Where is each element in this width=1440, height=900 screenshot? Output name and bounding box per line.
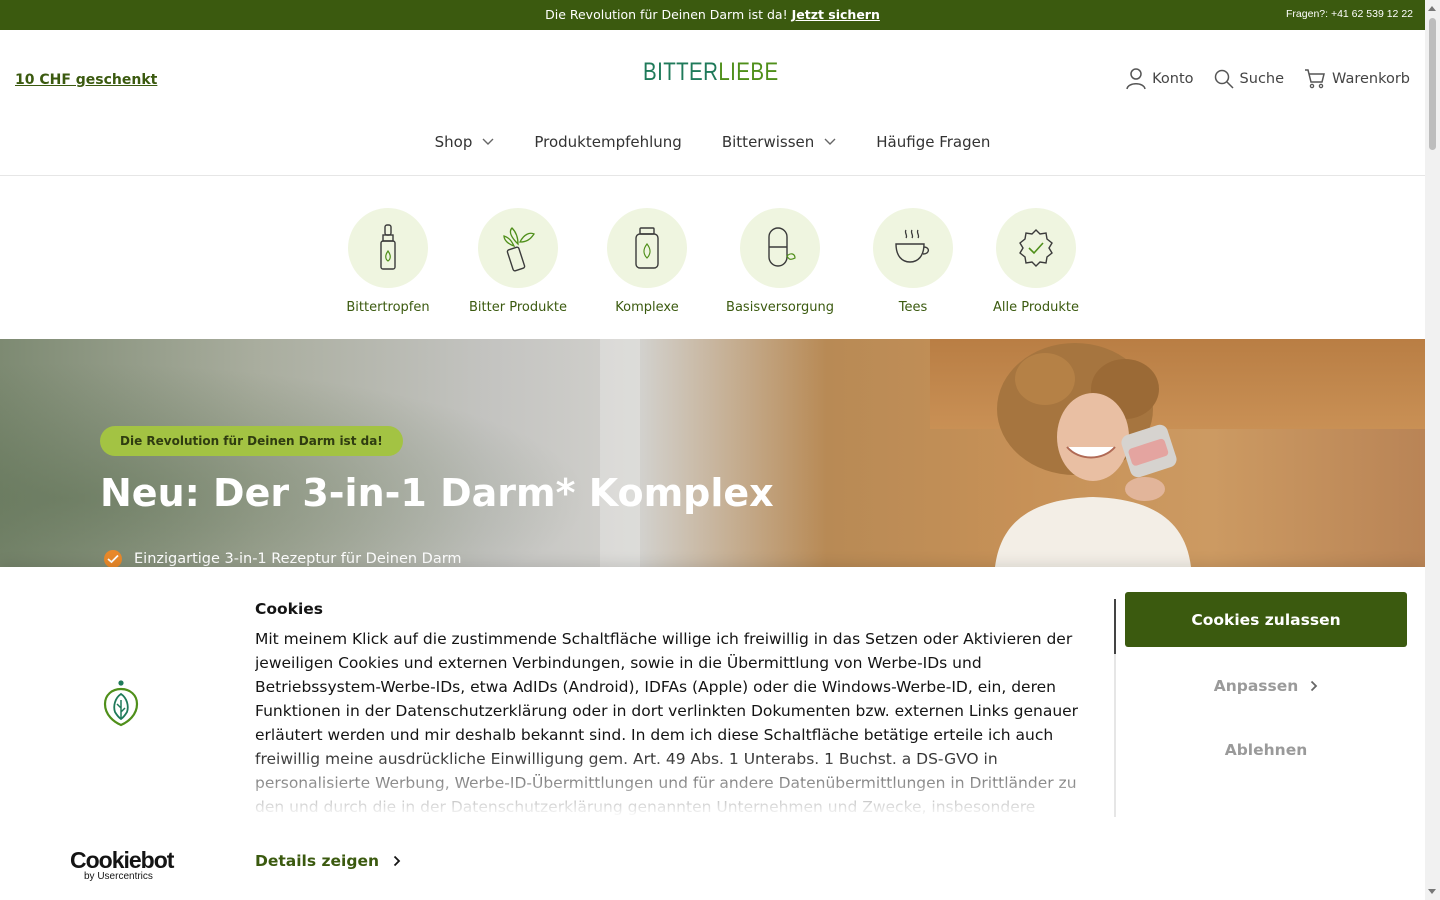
- category-icon-circle: [478, 208, 558, 288]
- cookie-body-fade: [255, 747, 1100, 817]
- category-label: Alle Produkte: [993, 300, 1079, 315]
- gift-link[interactable]: 10 CHF geschenkt: [15, 72, 157, 88]
- dropper-bottle-icon: [380, 224, 396, 270]
- badge-check-icon: [1019, 229, 1053, 267]
- category-label: Bittertropfen: [346, 300, 430, 315]
- user-icon: [1126, 68, 1146, 90]
- cookiebot-logo: Cookiebot by Usercentrics: [70, 847, 174, 882]
- category-icon-circle: [348, 208, 428, 288]
- hero-person-image: [995, 343, 1191, 567]
- category-komplexe[interactable]: Komplexe: [587, 208, 707, 315]
- main-navigation: Shop Produktempfehlung Bitterwissen Häuf…: [0, 133, 1425, 151]
- cookiebot-wordmark: Cookiebot: [70, 847, 174, 873]
- search-link[interactable]: Suche: [1214, 69, 1284, 89]
- scrollbar-thumb[interactable]: [1429, 18, 1436, 150]
- page: Die Revolution für Deinen Darm ist da! J…: [0, 0, 1440, 900]
- hero-bullet-text: Einzigartige 3-in-1 Rezeptur für Deinen …: [134, 551, 462, 567]
- category-icon-circle: [607, 208, 687, 288]
- page-scrollbar[interactable]: [1425, 0, 1440, 900]
- site-header: 10 CHF geschenkt BITTERLIEBE Konto Suche: [0, 30, 1425, 176]
- scroll-up-arrow-icon[interactable]: [1428, 6, 1436, 11]
- announcement-bar: Die Revolution für Deinen Darm ist da! J…: [0, 0, 1425, 30]
- category-label: Tees: [898, 300, 928, 315]
- category-label: Komplexe: [615, 300, 679, 315]
- logo-part-1: BITTER: [643, 57, 719, 86]
- account-link[interactable]: Konto: [1126, 68, 1194, 90]
- chevron-down-icon: [482, 138, 494, 145]
- brand-logo-icon: [103, 680, 139, 727]
- chevron-right-icon: [1311, 680, 1318, 692]
- supplement-jar-icon: [635, 227, 659, 269]
- cart-label: Warenkorb: [1332, 71, 1410, 87]
- chevron-right-icon: [393, 855, 401, 867]
- announcement-text: Die Revolution für Deinen Darm ist da!: [545, 7, 788, 22]
- hero-bullet: Einzigartige 3-in-1 Rezeptur für Deinen …: [104, 550, 462, 567]
- category-bitter-produkte[interactable]: Bitter Produkte: [458, 208, 578, 315]
- account-label: Konto: [1152, 71, 1194, 87]
- tea-cup-icon: [895, 229, 930, 263]
- chevron-down-icon: [824, 138, 836, 145]
- category-icon-circle: [996, 208, 1076, 288]
- details-toggle[interactable]: Details zeigen: [255, 852, 401, 870]
- category-bittertropfen[interactable]: Bittertropfen: [328, 208, 448, 315]
- reject-button[interactable]: Ablehnen: [1125, 727, 1407, 773]
- check-icon: [104, 550, 122, 567]
- capsule-icon: [768, 227, 796, 267]
- category-label: Bitter Produkte: [469, 300, 567, 315]
- hero-window-frame: [600, 339, 640, 567]
- cart-icon: [1305, 69, 1325, 89]
- nav-item-bitterwissen[interactable]: Bitterwissen: [722, 133, 836, 151]
- nav-item-shop[interactable]: Shop: [435, 133, 495, 151]
- nav-label-shop: Shop: [434, 133, 473, 151]
- hero-badge: Die Revolution für Deinen Darm ist da!: [100, 426, 403, 456]
- nav-label-faq: Häufige Fragen: [876, 133, 991, 151]
- cookie-scroll-thumb[interactable]: [1114, 599, 1116, 654]
- support-phone[interactable]: Fragen?: +41 62 539 12 22: [1286, 8, 1413, 20]
- announcement-message: Die Revolution für Deinen Darm ist da! J…: [0, 7, 1425, 22]
- category-basisversorgung[interactable]: Basisversorgung: [720, 208, 840, 315]
- logo-wordmark: BITTERLIEBE: [643, 58, 779, 87]
- nav-label-produktempfehlung: Produktempfehlung: [534, 133, 682, 151]
- logo-part-2: LIEBE: [718, 57, 779, 86]
- hero-banner[interactable]: Die Revolution für Deinen Darm ist da! N…: [0, 339, 1425, 567]
- search-label: Suche: [1239, 71, 1285, 87]
- herb-spray-icon: [503, 227, 535, 272]
- nav-item-produktempfehlung[interactable]: Produktempfehlung: [534, 133, 681, 151]
- category-icon-circle: [740, 208, 820, 288]
- nav-item-faq[interactable]: Häufige Fragen: [876, 133, 990, 151]
- hero-title: Neu: Der 3-in-1 Darm* Komplex: [100, 471, 774, 515]
- cookie-title: Cookies: [255, 600, 324, 618]
- category-bar: Bittertropfen Bitter Produkte Komplexe B…: [0, 176, 1425, 339]
- header-utilities: Konto Suche Warenkorb: [1126, 68, 1410, 90]
- brand-logo[interactable]: BITTERLIEBE: [637, 48, 792, 96]
- cookie-banner: Cookies Mit meinem Klick auf die zustimm…: [0, 567, 1425, 900]
- customize-label: Anpassen: [1213, 677, 1299, 695]
- category-alle-produkte[interactable]: Alle Produkte: [976, 208, 1096, 315]
- nav-label-bitterwissen: Bitterwissen: [721, 133, 815, 151]
- scroll-down-arrow-icon[interactable]: [1428, 889, 1436, 894]
- allow-cookies-button[interactable]: Cookies zulassen: [1125, 592, 1407, 647]
- category-tees[interactable]: Tees: [853, 208, 973, 315]
- search-icon: [1214, 69, 1234, 89]
- customize-button[interactable]: Anpassen: [1125, 663, 1407, 709]
- cart-link[interactable]: Warenkorb: [1304, 68, 1410, 90]
- details-label: Details zeigen: [255, 852, 379, 870]
- cookie-scroll-indicator[interactable]: [1114, 599, 1116, 817]
- category-icon-circle: [873, 208, 953, 288]
- announcement-link[interactable]: Jetzt sichern: [792, 7, 880, 22]
- category-label: Basisversorgung: [726, 300, 834, 315]
